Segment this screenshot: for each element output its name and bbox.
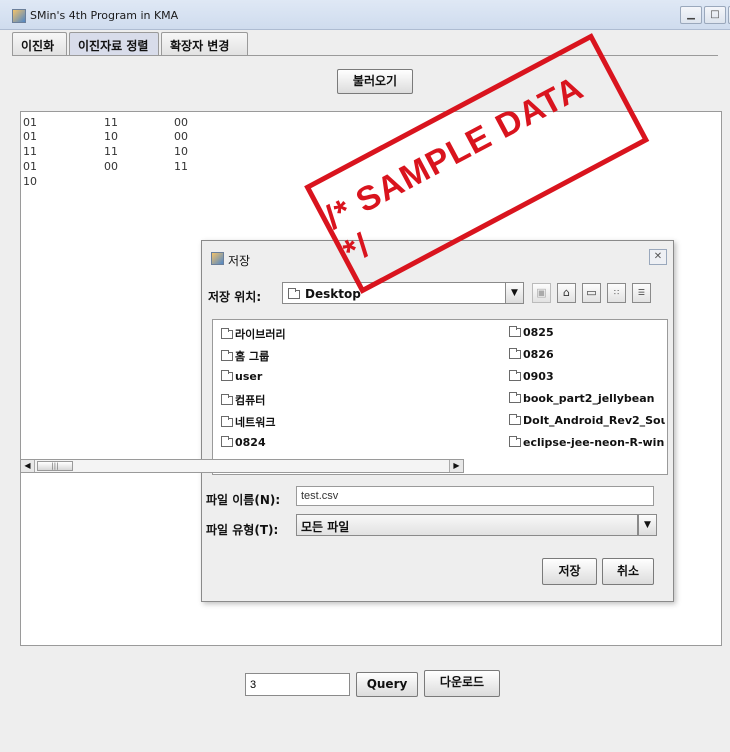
file-item[interactable]: user: [221, 370, 491, 383]
save-button[interactable]: 저장: [542, 558, 597, 585]
query-input[interactable]: [245, 673, 350, 696]
file-item[interactable]: 0824: [221, 436, 491, 449]
look-in-dropdown-arrow[interactable]: ▼: [505, 282, 524, 304]
data-cell: 11: [174, 160, 188, 173]
folder-icon: [509, 348, 521, 359]
scroll-right-arrow-icon[interactable]: ▶: [449, 460, 463, 472]
folder-icon: [288, 288, 300, 299]
dialog-title: 저장: [228, 254, 251, 268]
data-cell: 01: [23, 116, 37, 129]
data-cell: 10: [104, 130, 118, 143]
save-dialog: 저장 ✕ 저장 위치: Desktop ▼ ▣ ⌂ ▭ ∷ ☰ 라이브러리 홈 …: [201, 240, 674, 602]
file-item[interactable]: eclipse-jee-neon-R-win32: [509, 436, 665, 449]
file-item[interactable]: DoIt_Android_Rev2_Sour: [509, 414, 665, 427]
file-list-horizontal-scrollbar[interactable]: ◀ ||| ▶: [20, 459, 464, 473]
scroll-thumb[interactable]: |||: [37, 461, 73, 471]
query-button[interactable]: Query: [356, 672, 418, 697]
look-in-value: Desktop: [305, 287, 361, 301]
folder-icon: [221, 370, 233, 381]
file-name-input[interactable]: [296, 486, 654, 506]
file-item[interactable]: 0825: [509, 326, 665, 339]
load-button[interactable]: 불러오기: [337, 69, 413, 94]
details-view-icon[interactable]: ☰: [632, 283, 651, 303]
folder-icon: [509, 326, 521, 337]
up-folder-icon[interactable]: ▣: [532, 283, 551, 303]
file-item[interactable]: 홈 그룹: [221, 348, 491, 364]
list-view-icon[interactable]: ∷: [607, 283, 626, 303]
tab-binary-sort[interactable]: 이진자료 정렬: [69, 32, 159, 55]
folder-icon: [509, 370, 521, 381]
folder-icon: [221, 350, 233, 361]
folder-icon: [221, 436, 233, 447]
dialog-app-icon: [211, 252, 224, 265]
look-in-label: 저장 위치:: [208, 290, 262, 304]
scroll-left-arrow-icon[interactable]: ◀: [21, 460, 35, 472]
folder-icon: [509, 436, 521, 447]
file-type-dropdown-arrow[interactable]: ▼: [638, 514, 657, 536]
file-name-label: 파일 이름(N):: [206, 493, 281, 507]
file-item[interactable]: 0903: [509, 370, 665, 383]
folder-icon: [509, 414, 521, 425]
file-type-label: 파일 유형(T):: [206, 523, 279, 537]
file-list[interactable]: 라이브러리 홈 그룹 user 컴퓨터 네트워크 0824 0825 0826 …: [212, 319, 668, 475]
cancel-button[interactable]: 취소: [602, 558, 654, 585]
title-bar: SMin's 4th Program in KMA ▁ □ ✕: [0, 0, 730, 30]
data-cell: 00: [174, 130, 188, 143]
data-cell: 00: [104, 160, 118, 173]
data-cell: 01: [23, 130, 37, 143]
dialog-close-button[interactable]: ✕: [649, 249, 667, 265]
data-cell: 10: [174, 145, 188, 158]
data-cell: 00: [174, 116, 188, 129]
tab-extension-change[interactable]: 확장자 변경: [161, 32, 248, 55]
folder-icon: [221, 416, 233, 427]
minimize-button[interactable]: ▁: [680, 6, 702, 24]
file-type-combo[interactable]: 모든 파일: [296, 514, 638, 536]
folder-icon: [509, 392, 521, 403]
maximize-button[interactable]: □: [704, 6, 726, 24]
file-item[interactable]: book_part2_jellybean: [509, 392, 665, 405]
data-cell: 01: [23, 160, 37, 173]
tab-binarize[interactable]: 이진화: [12, 32, 67, 55]
file-item[interactable]: 컴퓨터: [221, 392, 491, 408]
data-cell: 10: [23, 175, 37, 188]
folder-icon: [221, 394, 233, 405]
home-icon[interactable]: ⌂: [557, 283, 576, 303]
download-button[interactable]: 다운로드: [424, 670, 500, 697]
file-item[interactable]: 0826: [509, 348, 665, 361]
file-item[interactable]: 네트워크: [221, 414, 491, 430]
folder-icon: [221, 328, 233, 339]
file-item[interactable]: 라이브러리: [221, 326, 491, 342]
data-cell: 11: [104, 116, 118, 129]
new-folder-icon[interactable]: ▭: [582, 283, 601, 303]
window-title: SMin's 4th Program in KMA: [30, 9, 179, 22]
tab-divider: [12, 55, 718, 56]
data-cell: 11: [104, 145, 118, 158]
app-icon: [12, 9, 26, 23]
look-in-combo[interactable]: Desktop: [282, 282, 524, 304]
data-cell: 11: [23, 145, 37, 158]
